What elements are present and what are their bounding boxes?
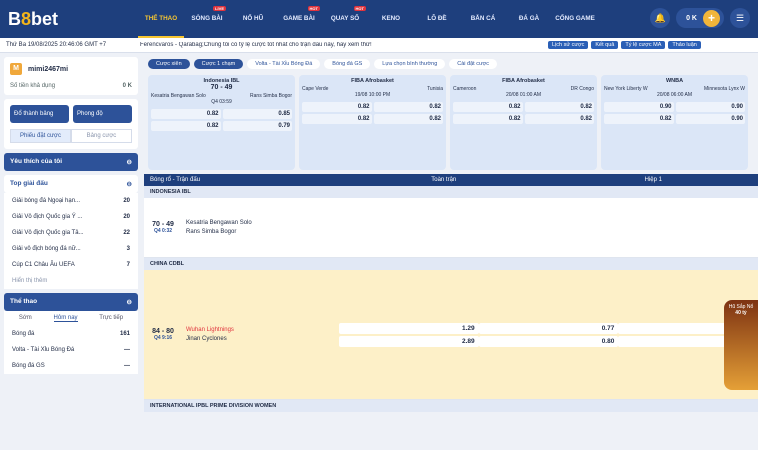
match-row[interactable]: 70 - 49 Q4 0:32 Kesatria Bengawan Solo Ran…: [144, 198, 758, 258]
top-right: 🔔 0 K + ☰: [650, 8, 750, 28]
league-item[interactable]: Giải vô địch bóng đá nữ... 3: [4, 241, 138, 257]
nav-lode[interactable]: LÔ ĐỀ: [414, 0, 460, 38]
main-content: Cược xiên Cược 1 chạm Volta - Tài Xỉu Bó…: [144, 53, 758, 450]
sort-select[interactable]: Lựa chọn bình thường: [374, 59, 446, 69]
parlay-chip[interactable]: Cược xiên: [148, 59, 190, 69]
main-nav: THỂ THAO SÒNG BÀI LIVE NỔ HŨ GAME BÀI HOT …: [138, 0, 598, 38]
show-more[interactable]: Hiển thị thêm: [4, 273, 138, 289]
league-item[interactable]: Cúp C1 Châu Âu UEFA 7: [4, 257, 138, 273]
featured-matches: Indonesia IBL 70 - 49 Kesatria Bengawan …: [144, 75, 758, 170]
settings-button[interactable]: Cài đặt cược: [449, 59, 498, 69]
top-leagues-header[interactable]: Top giải đấu ⊖: [4, 175, 138, 193]
featured-card[interactable]: FIBA Afrobasket Cameroon DR Congo 20/08 0…: [450, 75, 597, 170]
discussion-button[interactable]: Thảo luận: [668, 41, 701, 49]
filter-volta[interactable]: Volta - Tài Xỉu Bóng Đá: [247, 59, 321, 69]
top-navbar: B8bet THỂ THAO SÒNG BÀI LIVE NỔ HŨ GAME B…: [0, 0, 758, 38]
betslip-tab[interactable]: Phiếu đặt cược: [10, 129, 71, 143]
table-header: Bóng rổ - Trận đấu Toàn trận Hiệp 1: [144, 174, 758, 186]
sport-item[interactable]: Bóng đá 161: [4, 326, 138, 342]
nav-cardgame[interactable]: GAME BÀI HOT: [276, 0, 322, 38]
balance-pill[interactable]: 0 K +: [676, 8, 724, 28]
menu-icon[interactable]: ☰: [730, 8, 750, 28]
nav-keno[interactable]: KENO: [368, 0, 414, 38]
avatar: M: [10, 63, 22, 75]
balance-label: Số tiền khả dụng: [10, 83, 56, 89]
odds-type-button[interactable]: Tỷ lệ cược MA: [621, 41, 666, 49]
filter-gs[interactable]: Bóng đá GS: [324, 59, 371, 69]
results-button[interactable]: Kết quả: [591, 41, 619, 49]
user-card: Mmimi2467mi Số tiền khả dụng 0 K: [4, 57, 138, 95]
league-item[interactable]: Giải Vô địch Quốc gia Tâ... 22: [4, 225, 138, 241]
tab-early[interactable]: Sớm: [19, 315, 32, 322]
league-row[interactable]: INDONESIA IBL: [144, 186, 758, 198]
sidebar: Mmimi2467mi Số tiền khả dụng 0 K Đổ thành…: [0, 53, 142, 450]
featured-card[interactable]: Indonesia IBL 70 - 49 Kesatria Bengawan …: [148, 75, 295, 170]
board-button[interactable]: Đổ thành bảng: [10, 105, 69, 123]
one-touch-toggle[interactable]: Cược 1 chạm: [193, 59, 244, 69]
username: mimi2467mi: [28, 65, 69, 73]
league-row[interactable]: CHINA CDBL: [144, 258, 758, 270]
nav-fishing[interactable]: BẮN CÁ: [460, 0, 506, 38]
league-item[interactable]: Giải bóng đá Ngoại hạn... 20: [4, 193, 138, 209]
bell-icon[interactable]: 🔔: [650, 8, 671, 28]
sub-bar: Thứ Ba 19/08/2025 20:46:06 GMT +7 Ferenc…: [0, 38, 758, 53]
featured-card[interactable]: WNBA New York Liberty W Minnesota Lynx W …: [601, 75, 748, 170]
featured-card[interactable]: FIBA Afrobasket Cape Verde Tunisia 19/08 …: [299, 75, 446, 170]
form-button[interactable]: Phong độ: [73, 105, 132, 123]
favorites-header[interactable]: Yêu thích của tôi ⊖: [4, 153, 138, 171]
match-row[interactable]: 84 - 80 Q4 9:16 Wuhan Lightnings Jinan Cyc…: [144, 270, 758, 400]
sports-header[interactable]: Thể thao ⊖: [4, 293, 138, 311]
history-button[interactable]: Lịch sử cược: [548, 41, 589, 49]
datetime: Thứ Ba 19/08/2025 20:46:06 GMT +7: [6, 42, 107, 48]
betboard-tab[interactable]: Bảng cược: [71, 129, 132, 143]
balance-value: 0 K: [122, 83, 132, 89]
tab-today[interactable]: Hôm nay: [53, 315, 78, 322]
league-row[interactable]: INTERNATIONAL IPBL PRIME DIVISION WOMEN: [144, 400, 758, 412]
logo[interactable]: B8bet: [8, 9, 138, 30]
nav-cockfight[interactable]: ĐÁ GÀ: [506, 0, 552, 38]
nav-slots[interactable]: NỔ HŨ: [230, 0, 276, 38]
sport-item[interactable]: Bóng đá GS —: [4, 358, 138, 374]
nav-gameportal[interactable]: CỔNG GAME: [552, 0, 598, 38]
filter-bar: Cược xiên Cược 1 chạm Volta - Tài Xỉu Bó…: [144, 53, 758, 75]
nav-casino[interactable]: SÒNG BÀI LIVE: [184, 0, 230, 38]
jackpot-widget[interactable]: Hũ Sắp Nổ 40 tỷ: [724, 300, 758, 390]
tab-live[interactable]: Trực tiếp: [99, 315, 123, 322]
news-ticker: Ferencvaros - Qarabag;Chúng tôi có tỷ lệ…: [140, 42, 372, 48]
nav-sports[interactable]: THỂ THAO: [138, 0, 184, 38]
nav-lottery[interactable]: QUAY SỐ HOT: [322, 0, 368, 38]
sport-item[interactable]: Volta - Tài Xỉu Bóng Đá —: [4, 342, 138, 358]
plus-icon[interactable]: +: [703, 9, 720, 27]
league-item[interactable]: Giải Vô địch Quốc gia Ý ... 20: [4, 209, 138, 225]
